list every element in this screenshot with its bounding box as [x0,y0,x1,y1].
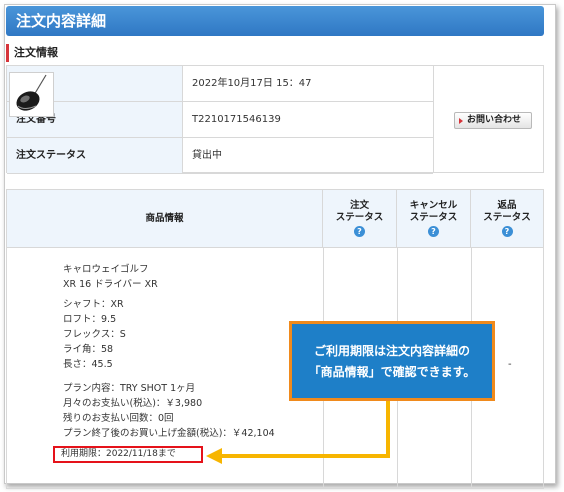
callout-line-2: 「商品情報」で確認できます。 [308,365,476,379]
callout-box: ご利用期限は注文内容詳細の 「商品情報」で確認できます。 [289,321,495,401]
callout-line-1: ご利用期限は注文内容詳細の [313,344,470,358]
callout-arrow [206,401,390,464]
